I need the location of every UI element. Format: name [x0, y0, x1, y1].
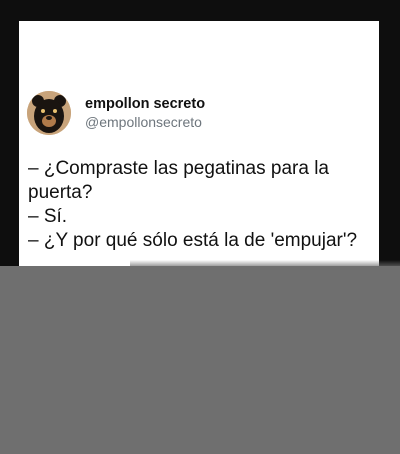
- tweet-card: empollon secreto @empollonsecreto – ¿Com…: [19, 21, 379, 266]
- tweet-line-4: – ¿Y por qué sólo está la de 'empujar'?: [28, 230, 358, 251]
- tweet-text: – ¿Compraste las pegatinas para la puert…: [28, 157, 379, 253]
- author-names: empollon secreto @empollonsecreto: [85, 95, 205, 131]
- tweet-header: empollon secreto @empollonsecreto: [27, 91, 205, 135]
- author-handle[interactable]: @empollonsecreto: [85, 114, 205, 131]
- bear-avatar-icon[interactable]: [27, 91, 71, 135]
- tweet-line-2: puerta?: [28, 182, 93, 203]
- tweet-line-1: – ¿Compraste las pegatinas para la: [28, 158, 329, 179]
- author-display-name[interactable]: empollon secreto: [85, 95, 205, 114]
- gray-overlay: [0, 266, 400, 454]
- tweet-line-3: – Sí.: [28, 206, 68, 227]
